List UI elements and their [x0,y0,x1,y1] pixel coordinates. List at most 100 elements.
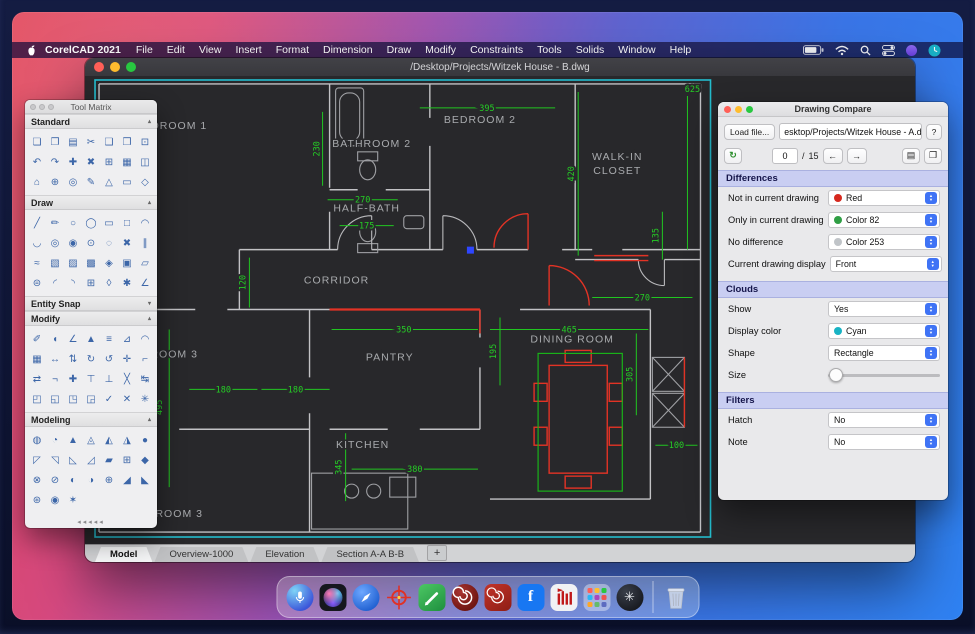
tool-icon[interactable]: ❑ [100,132,118,152]
tool-icon[interactable]: ⊥ [100,369,118,389]
tool-icon[interactable]: ↶ [28,152,46,172]
current-drawing-display-select[interactable]: Front ▲▼ [830,256,942,272]
tool-icon[interactable]: ◲ [82,389,100,409]
tool-icon[interactable]: ▲ [64,430,82,450]
cloud-size-slider[interactable] [828,367,940,383]
slider-track[interactable] [828,374,940,377]
tool-matrix-title-bar[interactable]: Tool Matrix [25,100,157,114]
palette-minimize-button[interactable] [735,106,742,113]
menu-item[interactable]: Help [663,44,699,56]
tool-icon[interactable]: ▤ [64,132,82,152]
tool-icon[interactable]: ▱ [136,253,154,273]
tool-icon[interactable]: ⊞ [82,273,100,293]
tab-overview-1000[interactable]: Overview-1000 [154,547,248,562]
section-header-modeling[interactable]: Modeling ▴ [25,412,157,427]
tool-icon[interactable]: ◯ [82,213,100,233]
tool-icon[interactable]: ◑ [82,470,100,490]
tool-icon[interactable]: ✏ [46,213,64,233]
tool-icon[interactable]: ╳ [118,369,136,389]
wifi-icon[interactable] [835,45,849,56]
window-title-bar[interactable]: /Desktop/Projects/Witzek House - B.dwg [85,58,915,76]
menu-item[interactable]: Modify [418,44,463,56]
palette-zoom-button[interactable] [746,106,753,113]
tool-icon[interactable]: ╱ [28,213,46,233]
menu-item[interactable]: Window [611,44,662,56]
tool-icon[interactable]: ◿ [82,450,100,470]
tool-icon[interactable]: ❒ [118,132,136,152]
tool-icon[interactable]: ▦ [28,349,46,369]
tool-icon[interactable]: ◰ [28,389,46,409]
tool-icon[interactable]: ▭ [100,213,118,233]
tool-icon[interactable]: ⊕ [100,470,118,490]
tool-icon[interactable]: ⊛ [28,490,46,510]
tab-elevation[interactable]: Elevation [250,547,319,562]
tool-icon[interactable]: ◉ [46,490,64,510]
tool-icon[interactable]: △ [100,172,118,192]
tool-icon[interactable]: ⌂ [28,172,46,192]
search-icon[interactable] [860,45,871,56]
tab-section-aa-bb[interactable]: Section A-A B-B [321,547,419,562]
tool-icon[interactable]: ○ [64,213,82,233]
clock-icon[interactable] [928,44,941,57]
help-button[interactable]: ? [926,124,942,140]
palette-zoom-button[interactable] [48,104,54,110]
tool-icon[interactable]: ◜ [46,273,64,293]
tool-icon[interactable]: ◆ [136,450,154,470]
collapse-arrow-icon[interactable]: ▴ [148,118,151,125]
section-header-entity-snap[interactable]: Entity Snap ▾ [25,296,157,311]
tool-icon[interactable]: ↷ [46,152,64,172]
tool-icon[interactable]: ◠ [136,329,154,349]
menu-item[interactable]: Draw [380,44,419,56]
not-in-current-drawing-select[interactable]: Red ▲▼ [828,190,940,206]
previous-difference-button[interactable]: ← [823,148,843,164]
close-button[interactable] [94,62,104,72]
overlay-view-button[interactable]: ❐ [924,148,942,164]
tool-icon[interactable]: ↔ [46,349,64,369]
tool-icon[interactable]: ❏ [28,132,46,152]
palette-close-button[interactable] [30,104,36,110]
palette-collapse-arrows[interactable]: ◂◂◂◂◂ [25,515,157,528]
tool-icon[interactable]: ◉ [64,233,82,253]
tool-icon[interactable]: ◇ [136,172,154,192]
tool-icon[interactable]: ∥ [136,233,154,253]
tool-icon[interactable]: ✐ [28,329,46,349]
hatch-filter-select[interactable]: No ▲▼ [828,412,940,428]
trash-icon[interactable] [662,584,689,611]
battery-icon[interactable] [803,45,824,55]
tool-icon[interactable]: ◺ [64,450,82,470]
tool-icon[interactable]: ◹ [46,450,64,470]
tool-icon[interactable]: ⊡ [136,132,154,152]
tool-icon[interactable]: ◫ [136,152,154,172]
menu-item[interactable]: File [129,44,160,56]
clouds-show-select[interactable]: Yes ▲▼ [828,301,940,317]
next-difference-button[interactable]: → [847,148,867,164]
print-report-button[interactable]: ▤ [902,148,920,164]
add-sheet-button[interactable]: + [427,545,447,561]
tool-icon[interactable]: ◬ [82,430,100,450]
tool-icon[interactable]: ⊕ [46,172,64,192]
tool-icon[interactable]: ✎ [82,172,100,192]
note-filter-select[interactable]: No ▲▼ [828,434,940,450]
corelcad-app-icon[interactable] [385,584,412,611]
tool-icon[interactable]: ◳ [64,389,82,409]
compare-file-path-field[interactable]: esktop/Projects/Witzek House - A.dwg [779,123,922,140]
tool-icon[interactable]: ▦ [118,152,136,172]
tool-icon[interactable]: ⊘ [46,470,64,490]
menu-item[interactable]: Solids [569,44,612,56]
slider-knob[interactable] [829,368,843,382]
spiral-app-icon[interactable] [451,584,478,611]
menu-item[interactable]: Constraints [463,44,530,56]
tool-icon[interactable]: ◔ [46,430,64,450]
tool-icon[interactable]: ⌐ [136,349,154,369]
tool-icon[interactable]: ∠ [64,329,82,349]
tool-icon[interactable]: ✓ [100,389,118,409]
collapse-arrow-icon[interactable]: ▴ [148,199,151,206]
tool-icon[interactable]: ▭ [118,172,136,192]
pencil-app-icon[interactable] [418,584,445,611]
palette-close-button[interactable] [724,106,731,113]
tool-icon[interactable]: ≈ [28,253,46,273]
swirl-app-icon[interactable] [484,584,511,611]
tool-icon[interactable]: ¬ [46,369,64,389]
tool-icon[interactable]: ✂ [82,132,100,152]
tool-icon[interactable]: □ [118,213,136,233]
